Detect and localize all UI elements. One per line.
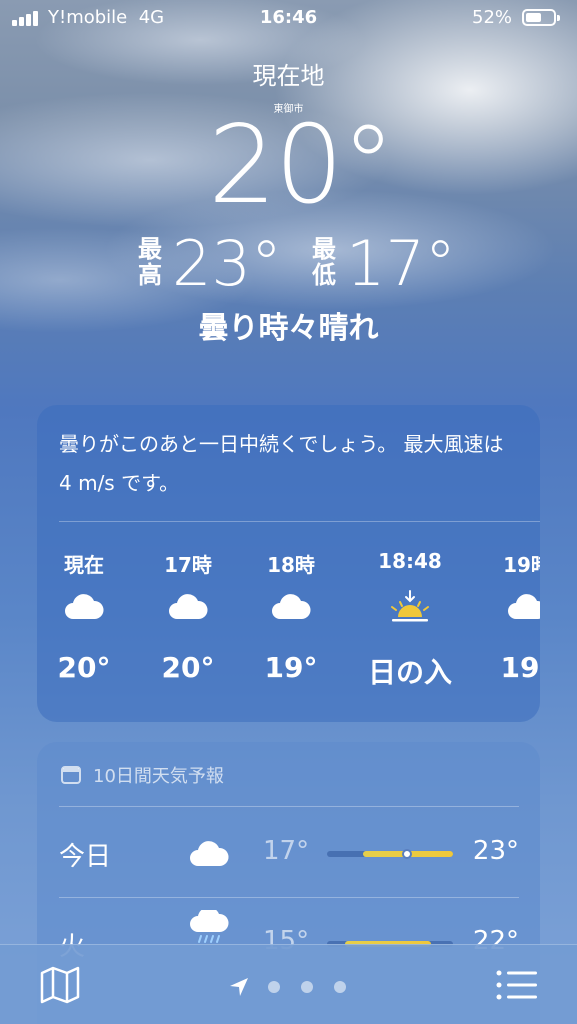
status-bar: Y!mobile 4G 16:46 52% bbox=[0, 0, 577, 36]
low-temp: 17° bbox=[346, 227, 456, 300]
cloud-icon bbox=[477, 577, 540, 637]
bottom-toolbar bbox=[0, 944, 577, 1024]
cloud-icon bbox=[241, 577, 341, 637]
divider bbox=[59, 521, 540, 522]
page-dot[interactable] bbox=[301, 981, 313, 993]
page-dot[interactable] bbox=[268, 981, 280, 993]
calendar-icon bbox=[61, 766, 81, 784]
condition-text: 曇り時々晴れ bbox=[198, 311, 379, 346]
cloud-icon bbox=[37, 577, 134, 637]
cloud-icon bbox=[138, 577, 238, 637]
battery-percent: 52% bbox=[472, 7, 513, 28]
location-title: 現在地 bbox=[252, 62, 325, 90]
divider bbox=[59, 897, 519, 898]
high-temp-group: 最高 23° bbox=[136, 232, 286, 296]
low-temp-group: 最低 17° bbox=[310, 232, 460, 296]
hourly-forecast-card[interactable]: 曇りがこのあと一日中続くでしょう。 最大風速は 4 m/s です。 現在 20°… bbox=[37, 405, 540, 722]
high-label: 最高 bbox=[138, 235, 162, 289]
battery-icon bbox=[522, 9, 560, 26]
high-temp: 23° bbox=[172, 227, 282, 300]
list-icon[interactable] bbox=[496, 969, 538, 1001]
daily-forecast-header: 10日間天気予報 bbox=[61, 762, 224, 788]
hour-item: 18時 19° bbox=[241, 549, 341, 684]
location-arrow-icon[interactable] bbox=[229, 977, 249, 997]
day-row[interactable]: 今日 17° 23° bbox=[59, 824, 519, 884]
divider bbox=[59, 806, 519, 807]
hour-item: 17時 20° bbox=[138, 549, 238, 684]
sunset-icon bbox=[360, 577, 460, 637]
hour-item: 現在 20° bbox=[37, 549, 134, 684]
current-temp-marker bbox=[402, 849, 412, 859]
forecast-summary: 曇りがこのあと一日中続くでしょう。 最大風速は 4 m/s です。 bbox=[59, 432, 504, 495]
temperature-range-bar bbox=[327, 849, 453, 859]
hour-item: 19時 19° bbox=[477, 549, 540, 684]
map-icon[interactable] bbox=[38, 965, 82, 1005]
current-temperature: 20° bbox=[208, 103, 395, 228]
hour-item: 18:48 日の入 bbox=[360, 549, 460, 691]
cloud-icon bbox=[189, 834, 229, 874]
page-dot[interactable] bbox=[334, 981, 346, 993]
low-label: 最低 bbox=[312, 235, 336, 289]
